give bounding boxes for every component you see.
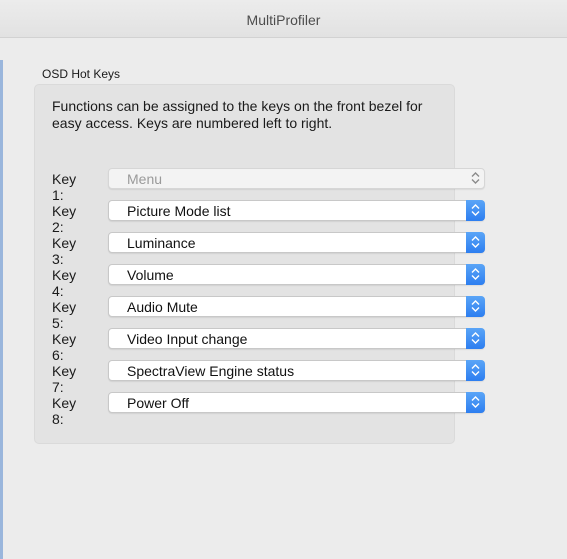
key-1-popup: Menu xyxy=(108,168,485,189)
sidebar-edge xyxy=(0,60,3,559)
key-5-popup[interactable]: Audio Mute xyxy=(108,296,485,317)
key-8-popup[interactable]: Power Off xyxy=(108,392,485,413)
popup-value: Picture Mode list xyxy=(127,203,231,219)
chevron-up-down-icon xyxy=(466,168,485,189)
key-6-popup[interactable]: Video Input change xyxy=(108,328,485,349)
popup-value: Power Off xyxy=(127,395,189,411)
chevron-up-down-icon xyxy=(466,328,485,349)
key-label: Key 6: xyxy=(52,331,77,363)
key-label: Key 1: xyxy=(52,171,77,203)
popup-value: Menu xyxy=(127,171,163,187)
key-3-popup[interactable]: Luminance xyxy=(108,232,485,253)
key-4-popup[interactable]: Volume xyxy=(108,264,485,285)
chevron-up-down-icon xyxy=(466,264,485,285)
key-label: Key 2: xyxy=(52,203,77,235)
key-label: Key 3: xyxy=(52,235,77,267)
key-label: Key 8: xyxy=(52,395,77,427)
chevron-up-down-icon xyxy=(466,232,485,253)
popup-value: Volume xyxy=(127,267,174,283)
title-bar[interactable]: MultiProfiler xyxy=(0,0,567,38)
popup-value: Luminance xyxy=(127,235,196,251)
key-7-popup[interactable]: SpectraView Engine status xyxy=(108,360,485,381)
popup-value: SpectraView Engine status xyxy=(127,363,295,379)
key-label: Key 5: xyxy=(52,299,77,331)
section-label: OSD Hot Keys xyxy=(42,67,121,81)
chevron-up-down-icon xyxy=(466,360,485,381)
key-2-popup[interactable]: Picture Mode list xyxy=(108,200,485,221)
key-label: Key 7: xyxy=(52,363,77,395)
popup-value: Audio Mute xyxy=(127,299,198,315)
chevron-up-down-icon xyxy=(466,296,485,317)
popup-value: Video Input change xyxy=(127,331,248,347)
window-title: MultiProfiler xyxy=(246,12,321,28)
chevron-up-down-icon xyxy=(466,200,485,221)
key-label: Key 4: xyxy=(52,267,77,299)
chevron-up-down-icon xyxy=(466,392,485,413)
section-description: Functions can be assigned to the keys on… xyxy=(52,98,423,131)
